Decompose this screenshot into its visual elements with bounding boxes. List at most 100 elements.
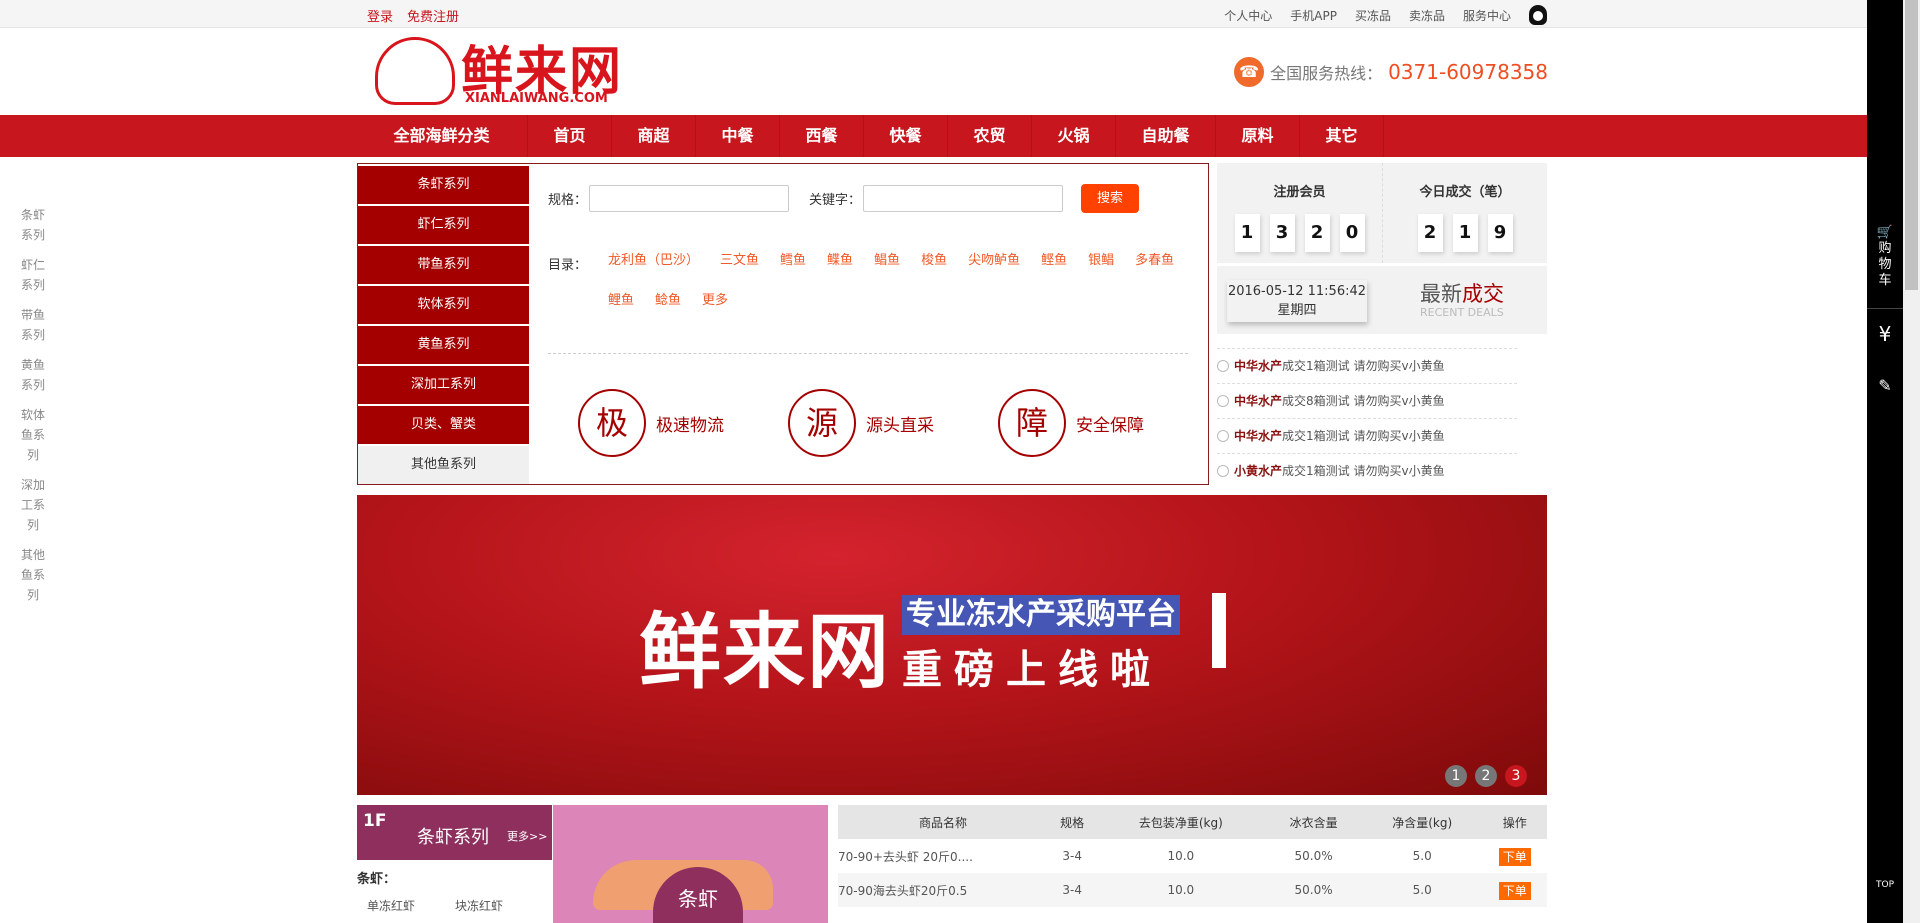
digit: 3 <box>1269 214 1295 252</box>
banner-carousel[interactable]: 鲜来网 专业冻水产采购平台 重磅上线啦 1 2 3 <box>357 495 1547 795</box>
directory-link[interactable]: 鳕鱼 <box>780 241 806 281</box>
search-form: 规格： 关键字： 搜索 <box>548 184 1140 213</box>
clock-icon <box>1217 360 1229 372</box>
list-item[interactable]: 中华水产成交1箱测试 请勿购买v小黄鱼 <box>1217 348 1517 383</box>
nav-item[interactable]: 西餐 <box>780 115 864 157</box>
list-item[interactable]: 中华水产成交1箱测试 请勿购买v小黄鱼 <box>1217 418 1517 453</box>
category-item[interactable]: 虾仁系列 <box>358 206 529 244</box>
floor-sidebar-item[interactable]: 虾仁系列 <box>18 255 48 295</box>
clock-icon <box>1217 430 1229 442</box>
hotline: ☎ 全国服务热线： 0371-60978358 <box>1234 57 1548 87</box>
carousel-dot[interactable]: 2 <box>1475 765 1497 787</box>
category-list: 条虾系列 虾仁系列 带鱼系列 软体系列 黄鱼系列 深加工系列 贝类、蟹类 其他鱼… <box>358 166 529 486</box>
directory: 目录： 龙利鱼（巴沙） 三文鱼 鳕鱼 鲽鱼 鲳鱼 梭鱼 尖吻鲈鱼 鲣鱼 银鲳 多… <box>548 253 1188 321</box>
category-item[interactable]: 软体系列 <box>358 286 529 324</box>
floor-sidebar-item[interactable]: 深加工系列 <box>18 475 48 535</box>
scrollbar[interactable] <box>1903 0 1920 923</box>
nav-item[interactable]: 商超 <box>612 115 696 157</box>
floor-sidebar-item[interactable]: 其他鱼系列 <box>18 545 48 605</box>
order-button[interactable]: 下单 <box>1498 847 1531 866</box>
register-link[interactable]: 免费注册 <box>407 10 459 25</box>
feature-fast-logistics: 极极速物流 <box>578 389 724 457</box>
column-header: 操作 <box>1482 805 1547 839</box>
title-part: 成交 <box>1462 282 1504 306</box>
divider <box>548 353 1188 354</box>
back-to-top-button[interactable]: TOP <box>1867 880 1903 890</box>
keyword-input[interactable] <box>863 185 1064 212</box>
deal-text: 成交8箱测试 请勿购买v小黄鱼 <box>1282 394 1445 408</box>
category-item[interactable]: 贝类、蟹类 <box>358 406 529 444</box>
yen-icon[interactable]: ¥ <box>1867 322 1903 346</box>
directory-label: 目录： <box>548 258 588 273</box>
directory-link[interactable]: 梭鱼 <box>921 241 947 281</box>
floor-sidebar-item[interactable]: 条虾系列 <box>18 205 48 245</box>
hotline-number: 0371-60978358 <box>1388 60 1548 84</box>
directory-link[interactable]: 尖吻鲈鱼 <box>968 241 1020 281</box>
nav-all-categories[interactable]: 全部海鲜分类 <box>356 115 528 157</box>
clock-icon <box>1217 395 1229 407</box>
more-link[interactable]: 更多>> <box>507 828 547 844</box>
mobile-app-link[interactable]: 手机APP <box>1290 7 1337 24</box>
directory-link[interactable]: 鲤鱼 <box>608 281 634 321</box>
nav-item[interactable]: 农贸 <box>948 115 1032 157</box>
service-center-link[interactable]: 服务中心 <box>1463 7 1511 24</box>
category-item[interactable]: 黄鱼系列 <box>358 326 529 364</box>
sell-frozen-link[interactable]: 卖冻品 <box>1409 7 1445 24</box>
directory-link[interactable]: 龙利鱼（巴沙） <box>608 241 699 281</box>
login-link[interactable]: 登录 <box>367 10 393 25</box>
order-button[interactable]: 下单 <box>1498 881 1531 900</box>
floor-image[interactable]: 条虾 <box>553 805 828 923</box>
cell: 3-4 <box>1062 849 1082 863</box>
top-bar: 登录 免费注册 个人中心 手机APP 买冻品 卖冻品 服务中心 <box>0 0 1867 28</box>
source-icon: 源 <box>788 389 856 457</box>
category-item[interactable]: 条虾系列 <box>358 166 529 204</box>
scrollbar-thumb[interactable] <box>1905 0 1918 290</box>
directory-link[interactable]: 更多 <box>702 281 728 321</box>
category-item[interactable]: 带鱼系列 <box>358 246 529 284</box>
nav-item[interactable]: 原料 <box>1216 115 1300 157</box>
floor-sidebar-item[interactable]: 黄鱼系列 <box>18 355 48 395</box>
buy-frozen-link[interactable]: 买冻品 <box>1355 7 1391 24</box>
list-item[interactable]: 中华水产成交8箱测试 请勿购买v小黄鱼 <box>1217 383 1517 418</box>
nav-item[interactable]: 中餐 <box>696 115 780 157</box>
deal-text: 成交1箱测试 请勿购买v小黄鱼 <box>1282 429 1445 443</box>
directory-link[interactable]: 多春鱼 <box>1135 241 1174 281</box>
subcategory-link[interactable]: 块冻红虾 <box>455 897 503 914</box>
category-item[interactable]: 其他鱼系列 <box>358 446 529 484</box>
category-item[interactable]: 深加工系列 <box>358 366 529 404</box>
search-button[interactable]: 搜索 <box>1081 184 1140 213</box>
edit-icon[interactable]: ✎ <box>1867 376 1903 395</box>
nav-item[interactable]: 自助餐 <box>1116 115 1216 157</box>
qq-icon[interactable] <box>1529 5 1547 25</box>
carousel-dot[interactable]: 1 <box>1445 765 1467 787</box>
divider <box>1867 308 1903 309</box>
product-name[interactable]: 70-90海去头虾20斤0.5 <box>838 873 1048 907</box>
subcategory-link[interactable]: 单冻红虾 <box>367 897 415 914</box>
feature-label: 安全保障 <box>1076 415 1144 436</box>
nav-item[interactable]: 首页 <box>528 115 612 157</box>
directory-link[interactable]: 三文鱼 <box>720 241 759 281</box>
cell: 3-4 <box>1048 873 1097 907</box>
directory-link[interactable]: 鲳鱼 <box>874 241 900 281</box>
nav-item[interactable]: 火锅 <box>1032 115 1116 157</box>
directory-link[interactable]: 鲽鱼 <box>827 241 853 281</box>
logo[interactable]: 鲜来网 XIANLAIWANG.COM <box>375 35 645 107</box>
stats-panel: 注册会员 1320 今日成交（笔） 219 <box>1217 163 1547 263</box>
floor-sidebar-item[interactable]: 软体鱼系列 <box>18 405 48 465</box>
personal-center-link[interactable]: 个人中心 <box>1224 7 1272 24</box>
floor-sidebar-item[interactable]: 带鱼系列 <box>18 305 48 345</box>
column-header: 去包装净重(kg) <box>1096 805 1266 839</box>
list-item[interactable]: 小黄水产成交1箱测试 请勿购买v小黄鱼 <box>1217 453 1517 488</box>
nav-item[interactable]: 快餐 <box>864 115 948 157</box>
subcategory-label: 条虾： <box>357 872 397 887</box>
directory-link[interactable]: 银鲳 <box>1088 241 1114 281</box>
directory-link[interactable]: 鲶鱼 <box>655 281 681 321</box>
product-name[interactable]: 70-90+去头虾 20斤0.... <box>838 839 1048 873</box>
directory-link[interactable]: 鲣鱼 <box>1041 241 1067 281</box>
spec-input[interactable] <box>589 185 790 212</box>
cart-button[interactable]: 🛒 购物车 <box>1867 225 1903 289</box>
nav-item[interactable]: 其它 <box>1300 115 1384 157</box>
digit: 0 <box>1339 214 1365 252</box>
cart-label: 购物车 <box>1878 241 1892 288</box>
carousel-dot-active[interactable]: 3 <box>1505 765 1527 787</box>
